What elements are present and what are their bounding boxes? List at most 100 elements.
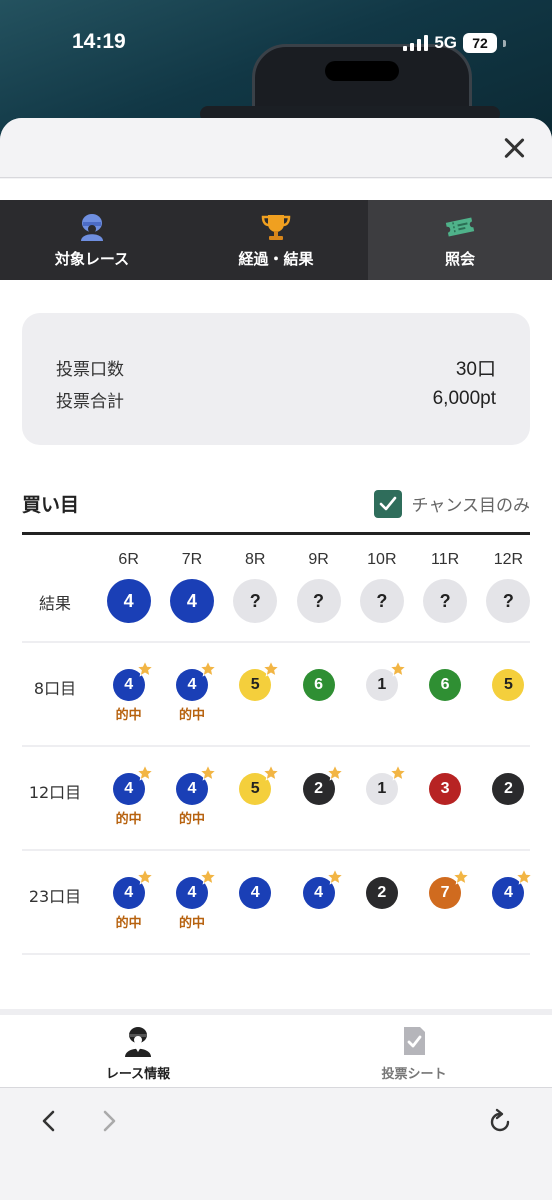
pick-cell: 4 的中 bbox=[97, 764, 160, 827]
pick-number: 4 bbox=[503, 884, 513, 901]
result-label: 結果 bbox=[38, 594, 71, 613]
browser-toolbar bbox=[0, 1087, 552, 1200]
race-header: 6R bbox=[118, 551, 139, 568]
chance-star-icon bbox=[452, 868, 470, 885]
pick-ball: 5 bbox=[492, 669, 525, 701]
chance-star-icon bbox=[262, 660, 280, 677]
row-divider bbox=[22, 745, 530, 747]
result-ball: ? bbox=[296, 579, 341, 623]
chance-star-icon bbox=[199, 660, 217, 677]
network-type: 5G bbox=[434, 33, 457, 52]
pick-number: 2 bbox=[503, 780, 513, 797]
reload-icon bbox=[490, 1108, 510, 1132]
pick-ball: 4 bbox=[175, 660, 217, 701]
chance-star-icon bbox=[325, 764, 344, 781]
signal-icon bbox=[403, 35, 429, 51]
vote-summary-card: 投票口数 30口 投票合計 6,000pt bbox=[22, 313, 530, 445]
pick-ball: 6 bbox=[429, 669, 462, 701]
hit-badge: 的中 bbox=[178, 708, 205, 723]
nav-vote-sheet[interactable]: 投票シート bbox=[276, 1015, 552, 1087]
pick-cell: 2 bbox=[477, 773, 540, 826]
bet-row[interactable]: 8口目 4 的中 4 的中 5 6 1 6 5 bbox=[22, 660, 530, 739]
result-cell: ? bbox=[224, 579, 287, 623]
chance-star-icon bbox=[515, 868, 534, 885]
reload-button[interactable] bbox=[486, 1106, 516, 1136]
chance-only-toggle[interactable]: チャンス目のみ bbox=[373, 489, 531, 518]
sheet-content: 対象レース 経過・結果 照会 投票口数 30口 投票合計 6,000pt 買い目… bbox=[0, 179, 552, 1009]
pick-ball: 6 bbox=[302, 669, 335, 701]
race-header: 7R bbox=[181, 551, 203, 568]
chance-only-checkbox[interactable] bbox=[373, 489, 402, 518]
pick-ball: 7 bbox=[429, 868, 470, 909]
result-ball: ? bbox=[359, 579, 404, 623]
pick-ball: 1 bbox=[365, 660, 407, 701]
pick-number: 4 bbox=[124, 780, 134, 797]
sheet-header bbox=[0, 118, 552, 178]
pick-ball: 4 bbox=[175, 764, 217, 805]
pick-number: 2 bbox=[377, 884, 387, 901]
bet-row-cells: 4 的中 4 的中 5 6 1 6 5 bbox=[97, 660, 540, 723]
pick-number: 2 bbox=[314, 780, 323, 797]
result-ball: ? bbox=[486, 579, 531, 623]
pick-ball: 2 bbox=[492, 773, 525, 805]
chance-only-label: チャンス目のみ bbox=[411, 496, 531, 516]
result-ball: 4 bbox=[169, 579, 214, 623]
bet-row-cells: 4 的中 4 的中 4 4 2 7 4 bbox=[97, 868, 540, 931]
chance-star-icon bbox=[135, 660, 154, 677]
bet-row-cells: 4 的中 4 的中 5 2 1 3 2 bbox=[97, 764, 540, 827]
pick-number: 4 bbox=[124, 884, 134, 901]
chance-star-icon bbox=[389, 660, 407, 677]
hit-badge: 的中 bbox=[115, 916, 142, 931]
pick-cell: 1 bbox=[350, 764, 413, 826]
nav-race-info[interactable]: レース情報 bbox=[0, 1015, 276, 1087]
back-button[interactable] bbox=[34, 1106, 64, 1136]
pick-number: 3 bbox=[440, 780, 450, 797]
tab-label: 照会 bbox=[444, 250, 475, 268]
chevron-right-icon bbox=[103, 1110, 116, 1132]
result-cell: 4 bbox=[97, 579, 160, 623]
result-cell: 4 bbox=[160, 579, 223, 623]
race-info-icon bbox=[121, 1025, 155, 1057]
vote-total-value: 6,000pt bbox=[432, 388, 496, 409]
pick-number: 5 bbox=[250, 780, 260, 797]
status-indicators: 5G 72 bbox=[403, 33, 506, 53]
hit-badge: 的中 bbox=[115, 708, 142, 723]
checkmark-icon bbox=[379, 496, 396, 510]
result-cells: 4 4????? bbox=[97, 579, 540, 623]
pick-number: 4 bbox=[187, 676, 197, 693]
race-header: 10R bbox=[367, 551, 397, 568]
bet-row[interactable]: 12口目 4 的中 4 的中 5 2 1 3 2 bbox=[22, 764, 530, 843]
pick-cell: 2 bbox=[350, 877, 413, 930]
tab-progress-result[interactable]: 経過・結果 bbox=[184, 200, 368, 280]
bets-title: 買い目 bbox=[22, 494, 80, 516]
pick-cell: 4 bbox=[477, 868, 540, 930]
pick-cell: 3 bbox=[413, 773, 476, 826]
pick-cell: 1 bbox=[350, 660, 413, 722]
result-ball: ? bbox=[233, 579, 278, 623]
pick-cell: 4 的中 bbox=[160, 660, 223, 723]
pick-ball: 2 bbox=[302, 764, 344, 805]
tab-bar: 対象レース 経過・結果 照会 bbox=[0, 200, 552, 280]
pick-cell: 5 bbox=[477, 669, 540, 722]
tab-inquiry[interactable]: 照会 bbox=[368, 200, 552, 280]
pick-ball: 4 bbox=[112, 764, 154, 805]
bets-header: 買い目 チャンス目のみ bbox=[22, 475, 530, 535]
row-divider bbox=[22, 849, 530, 851]
pick-cell: 7 bbox=[413, 868, 476, 930]
pick-number: 5 bbox=[503, 676, 513, 693]
pick-cell: 4 的中 bbox=[97, 660, 160, 723]
pick-number: 6 bbox=[440, 676, 450, 693]
close-button[interactable] bbox=[498, 132, 530, 164]
pick-number: 5 bbox=[250, 676, 260, 693]
battery-tip bbox=[503, 39, 506, 47]
trophy-icon bbox=[259, 212, 293, 242]
pick-cell: 4 的中 bbox=[160, 868, 223, 931]
vote-count-row: 投票口数 30口 bbox=[56, 351, 496, 383]
tab-target-race[interactable]: 対象レース bbox=[0, 200, 184, 280]
race-header: 9R bbox=[308, 551, 329, 568]
bet-row-label: 12口目 bbox=[28, 783, 82, 802]
pick-cell: 5 bbox=[224, 764, 287, 826]
forward-button[interactable] bbox=[94, 1106, 124, 1136]
bet-row-label: 8口目 bbox=[33, 679, 77, 698]
bet-row[interactable]: 23口目 4 的中 4 的中 4 4 2 7 4 bbox=[22, 868, 534, 947]
